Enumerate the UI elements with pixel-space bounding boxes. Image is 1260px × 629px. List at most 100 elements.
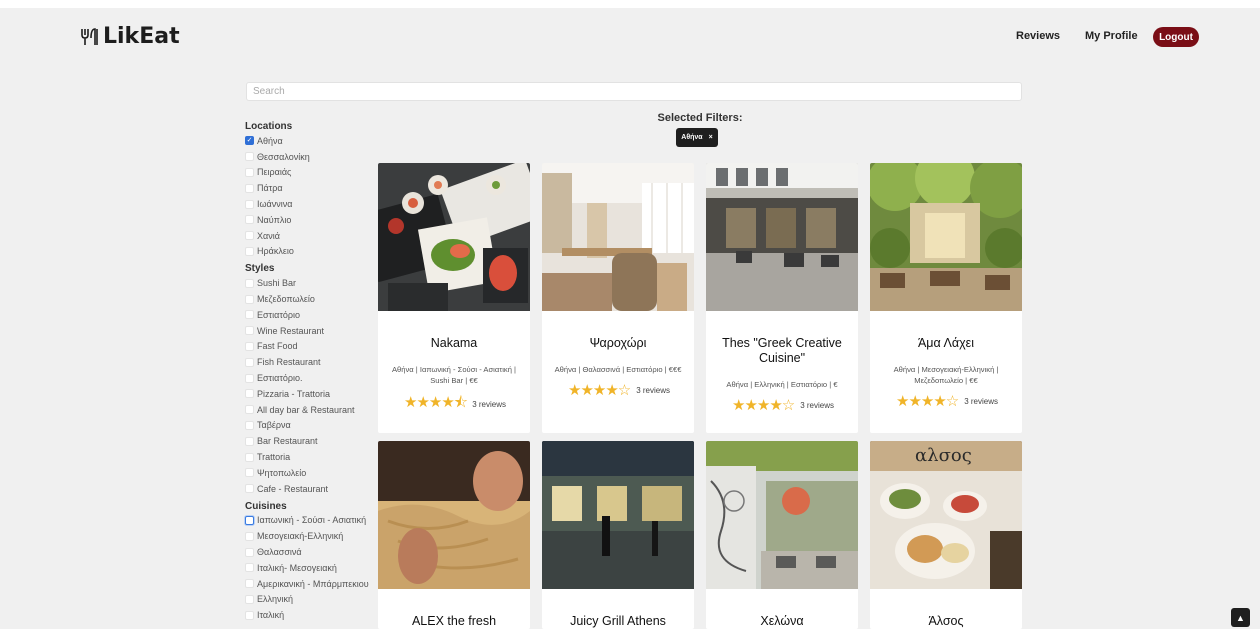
checkbox[interactable]: [245, 215, 254, 225]
style-option[interactable]: Ταβέρνα: [245, 418, 365, 434]
style-option[interactable]: Fast Food: [245, 339, 365, 355]
restaurant-card[interactable]: αλσος Άλσος: [870, 441, 1022, 629]
logout-button[interactable]: Logout: [1153, 27, 1199, 47]
restaurant-name[interactable]: Ψαροχώρι: [552, 336, 684, 351]
style-option[interactable]: Μεζεδοπωλείο: [245, 291, 365, 307]
restaurant-name[interactable]: Άμα Λάχει: [880, 336, 1012, 351]
scroll-to-top-button[interactable]: ▲: [1231, 608, 1250, 627]
checkbox[interactable]: [245, 515, 254, 525]
filter-chip-remove-icon[interactable]: ×: [709, 134, 713, 141]
cuisine-option[interactable]: Ιαπωνική - Σούσι - Ασιατική: [245, 513, 366, 529]
restaurant-name[interactable]: ALEX the fresh: [388, 614, 520, 629]
cuisine-option[interactable]: Αμερικανική - Μπάρμπεκιου: [245, 576, 369, 592]
checkbox[interactable]: [245, 199, 254, 209]
restaurant-name[interactable]: Άλσος: [880, 614, 1012, 629]
restaurant-card[interactable]: Nakama Αθήνα | Ιαπωνική - Σούσι - Ασιατικ…: [378, 163, 530, 433]
card-body: Άμα Λάχει Αθήνα | Μεσογειακή-Ελληνική | Μ…: [870, 336, 1022, 410]
style-option[interactable]: Wine Restaurant: [245, 323, 365, 339]
restaurant-photo[interactable]: [378, 163, 530, 311]
restaurant-name[interactable]: Χελώνα: [716, 614, 848, 629]
cuisine-option[interactable]: Ελληνική: [245, 592, 365, 608]
restaurant-name[interactable]: Nakama: [388, 336, 520, 351]
review-count: 3 reviews: [636, 385, 670, 395]
checkbox[interactable]: [245, 167, 254, 177]
checkbox[interactable]: [245, 183, 254, 193]
restaurant-photo[interactable]: [870, 163, 1022, 311]
location-option[interactable]: Θεσσαλονίκη: [245, 149, 365, 165]
checkbox[interactable]: [245, 484, 254, 494]
checkbox[interactable]: [245, 326, 254, 336]
location-option[interactable]: Πάτρα: [245, 180, 365, 196]
checkbox[interactable]: [245, 357, 254, 367]
style-option[interactable]: Sushi Bar: [245, 275, 365, 291]
cuisine-option[interactable]: Ιταλική: [245, 607, 365, 623]
cuisine-option[interactable]: Μεσογειακή-Ελληνική: [245, 528, 365, 544]
style-option[interactable]: Trattoria: [245, 449, 365, 465]
style-option[interactable]: Bar Restaurant: [245, 433, 365, 449]
checkbox[interactable]: [245, 468, 254, 478]
card-body: Nakama Αθήνα | Ιαπωνική - Σούσι - Ασιατικ…: [378, 336, 530, 417]
restaurant-card[interactable]: Juicy Grill Athens: [542, 441, 694, 629]
style-option[interactable]: Εστιατόριο.: [245, 370, 365, 386]
checkbox[interactable]: [245, 231, 254, 241]
cuisine-option[interactable]: Θαλασσινά: [245, 544, 365, 560]
restaurant-photo[interactable]: [542, 163, 694, 311]
restaurant-card[interactable]: ALEX the fresh: [378, 441, 530, 629]
restaurant-name[interactable]: Thes "Greek Creative Cuisine": [716, 336, 848, 366]
location-option[interactable]: Ιωάννινα: [245, 196, 365, 212]
checkbox[interactable]: [245, 341, 254, 351]
cuisine-option[interactable]: Ιταλική- Μεσογειακή: [245, 560, 365, 576]
checkbox[interactable]: [245, 294, 254, 304]
checkbox[interactable]: [245, 152, 254, 162]
restaurant-photo[interactable]: [706, 163, 858, 311]
checkbox[interactable]: [245, 547, 254, 557]
checkbox[interactable]: [245, 579, 254, 589]
style-option[interactable]: Εστιατόριο: [245, 307, 365, 323]
filter-chip-athens[interactable]: Αθήνα ×: [676, 128, 718, 147]
style-label: Εστιατόριο: [257, 309, 301, 320]
style-option[interactable]: Fish Restaurant: [245, 354, 365, 370]
restaurant-card[interactable]: Χελώνα: [706, 441, 858, 629]
checkbox[interactable]: [245, 373, 254, 383]
restaurant-card[interactable]: Άμα Λάχει Αθήνα | Μεσογειακή-Ελληνική | Μ…: [870, 163, 1022, 433]
checkbox[interactable]: [245, 420, 254, 430]
rating-row: ★★★★☆ 3 reviews: [716, 396, 848, 414]
restaurant-photo[interactable]: [706, 441, 858, 589]
style-label: Ψητοπωλείο: [257, 467, 307, 478]
checkbox[interactable]: [245, 310, 254, 320]
checkbox[interactable]: [245, 610, 254, 620]
checkbox[interactable]: ✓: [245, 136, 254, 146]
checkbox[interactable]: [245, 452, 254, 462]
restaurant-card[interactable]: Thes "Greek Creative Cuisine" Αθήνα | Ελλ…: [706, 163, 858, 433]
checkbox[interactable]: [245, 436, 254, 446]
restaurant-photo[interactable]: [378, 441, 530, 589]
search-input[interactable]: [246, 82, 1022, 101]
restaurant-name[interactable]: Juicy Grill Athens: [552, 614, 684, 629]
checkbox[interactable]: [245, 563, 254, 573]
restaurant-logo-icon: [81, 27, 98, 45]
style-option[interactable]: Ψητοπωλείο: [245, 465, 365, 481]
restaurant-photo[interactable]: [542, 441, 694, 589]
restaurant-photo[interactable]: αλσος: [870, 441, 1022, 589]
location-option[interactable]: Ναύπλιο: [245, 212, 365, 228]
style-option[interactable]: Pizzaria - Trattoria: [245, 386, 365, 402]
location-option[interactable]: Χανιά: [245, 228, 365, 244]
checkbox[interactable]: [245, 278, 254, 288]
restaurant-card[interactable]: Ψαροχώρι Αθήνα | Θαλασσινά | Εστιατόριο |…: [542, 163, 694, 433]
rating-row: ★★★★⯪ 3 reviews: [388, 392, 520, 417]
location-option[interactable]: Ηράκλειο: [245, 244, 365, 260]
style-option[interactable]: Cafe - Restaurant: [245, 481, 365, 497]
nav-reviews-link[interactable]: Reviews: [1016, 30, 1060, 42]
brand-logo[interactable]: LikEat: [78, 24, 180, 49]
nav-my-profile-link[interactable]: My Profile: [1085, 30, 1138, 42]
checkbox[interactable]: [245, 405, 254, 415]
style-label: Sushi Bar: [257, 278, 297, 289]
checkbox[interactable]: [245, 594, 254, 604]
review-count: 3 reviews: [472, 400, 506, 409]
checkbox[interactable]: [245, 246, 254, 256]
location-option[interactable]: Πειραιάς: [245, 165, 365, 181]
checkbox[interactable]: [245, 389, 254, 399]
style-option[interactable]: All day bar & Restaurant: [245, 402, 365, 418]
checkbox[interactable]: [245, 531, 254, 541]
location-option[interactable]: ✓ Αθήνα: [245, 133, 365, 149]
